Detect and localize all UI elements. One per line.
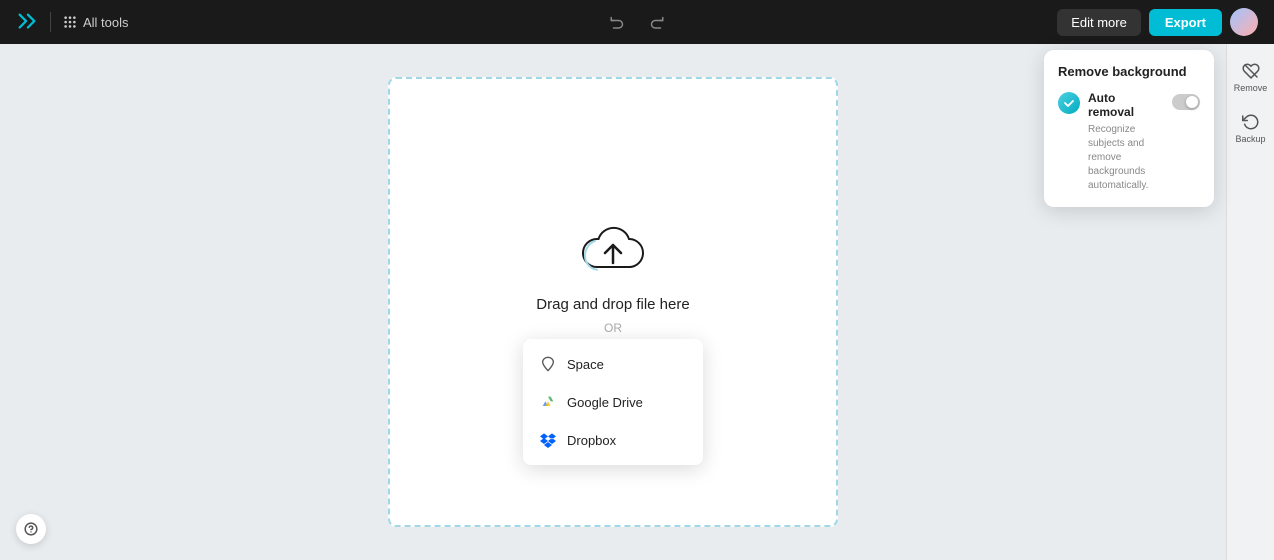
avatar[interactable] [1230,8,1258,36]
remove-label: Remove [1234,83,1268,93]
navbar-right: Edit more Export [1057,8,1258,36]
dropdown-item-googledrive[interactable]: Google Drive [523,383,703,421]
all-tools-label[interactable]: All tools [63,15,129,30]
navbar: All tools Edit more Export [0,0,1274,44]
export-button[interactable]: Export [1149,9,1222,36]
or-text: OR [604,321,622,335]
remove-bg-panel: Remove background Auto removal Recognize… [1044,50,1214,207]
nav-divider [50,12,51,32]
googledrive-icon [539,393,557,411]
undo-redo-group [605,9,669,35]
dropbox-icon [539,431,557,449]
panel-auto-row: Auto removal Recognize subjects and remo… [1058,91,1200,193]
help-icon-button[interactable] [16,514,46,544]
dropdown-item-space[interactable]: Space [523,345,703,383]
auto-removal-desc: Recognize subjects and remove background… [1088,123,1164,193]
sidebar-item-remove[interactable]: Remove [1231,56,1271,99]
canvas-area: Drag and drop file here OR Upload ··· Sp… [0,44,1226,560]
upload-canvas: Drag and drop file here OR Upload ··· Sp… [388,77,838,527]
backup-label: Backup [1235,134,1265,144]
space-label: Space [567,357,604,372]
edit-more-button[interactable]: Edit more [1057,9,1141,36]
auto-removal-toggle[interactable] [1172,94,1200,110]
dropbox-label: Dropbox [567,433,616,448]
right-sidebar: Remove Backup [1226,44,1274,560]
redo-button[interactable] [643,9,669,35]
avatar-image [1230,8,1258,36]
drag-drop-text: Drag and drop file here [536,296,689,313]
logo [16,11,38,33]
panel-content: Auto removal Recognize subjects and remo… [1088,91,1164,193]
upload-dropdown: Space Google Drive Dropb [523,339,703,465]
dropdown-item-dropbox[interactable]: Dropbox [523,421,703,459]
undo-button[interactable] [605,9,631,35]
auto-removal-title: Auto removal [1088,91,1164,119]
sidebar-item-backup[interactable]: Backup [1231,107,1271,150]
upload-cloud-icon [581,225,645,284]
panel-title: Remove background [1058,64,1200,79]
space-icon [539,355,557,373]
check-icon [1058,92,1080,114]
googledrive-label: Google Drive [567,395,643,410]
